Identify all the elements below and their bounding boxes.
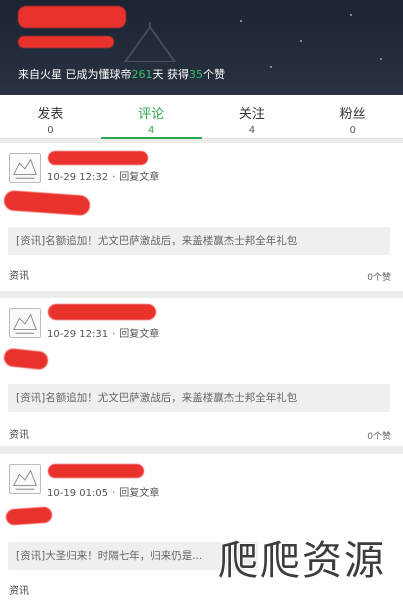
like-count: 0个赞 — [367, 432, 391, 442]
redacted-comment-text — [5, 506, 53, 526]
profile-tabs: 发表 0 评论 4 关注 4 粉丝 0 — [0, 95, 403, 139]
tab-following[interactable]: 关注 4 — [202, 95, 303, 138]
comment-card: 10-29 12:31 · 回复文章 [资讯]名额追加！尤文巴萨激战后，来盖楼赢杰士… — [0, 298, 403, 446]
tab-label: 发表 — [37, 107, 64, 122]
tab-count: 0 — [47, 125, 54, 136]
comment-time: 10-19 01:05 — [47, 488, 109, 499]
comment-meta: 10-29 12:32 · 回复文章 — [47, 172, 160, 183]
tab-posts[interactable]: 发表 0 — [0, 95, 101, 138]
tab-comments[interactable]: 评论 4 — [100, 95, 202, 139]
profile-stats-text: 来自火星 已成为懂球帝261天 获得35个赞 — [18, 68, 225, 81]
tab-label: 评论 — [138, 107, 165, 122]
avatar-sketch-icon — [13, 313, 37, 334]
tower-silhouette-icon — [123, 22, 177, 62]
redacted-commenter-name — [48, 304, 156, 320]
tab-count: 0 — [349, 125, 356, 136]
category-label: 资讯 — [9, 586, 29, 597]
quoted-article[interactable]: [资讯]名额追加！尤文巴萨激战后，来盖楼赢杰士邦全年礼包 — [8, 384, 390, 412]
profile-header: 来自火星 已成为懂球帝261天 获得35个赞 — [0, 0, 403, 95]
avatar-sketch-icon — [13, 158, 37, 179]
avatar[interactable] — [9, 308, 41, 338]
comment-time: 10-29 12:32 — [47, 172, 109, 183]
reply-article-link[interactable]: 回复文章 — [119, 172, 159, 183]
redacted-bio — [18, 36, 114, 48]
quoted-article[interactable]: [资讯]名额追加！尤文巴萨激战后，来盖楼赢杰士邦全年礼包 — [8, 227, 390, 255]
tab-count: 4 — [147, 125, 155, 136]
redacted-username — [18, 6, 126, 28]
redacted-commenter-name — [48, 151, 148, 165]
comment-time: 10-29 12:31 — [47, 329, 109, 340]
comment-card: 10-29 12:32 · 回复文章 [资讯]名额追加！尤文巴萨激战后，来盖楼赢杰士… — [0, 143, 403, 291]
watermark: 爬爬资源 — [218, 538, 386, 584]
avatar[interactable] — [9, 464, 41, 494]
like-count: 0个赞 — [367, 273, 391, 283]
category-label: 资讯 — [9, 430, 29, 441]
avatar[interactable] — [9, 153, 41, 183]
comment-meta: 10-19 01:05 · 回复文章 — [47, 488, 160, 499]
redacted-comment-text — [3, 190, 91, 216]
redacted-comment-text — [3, 347, 49, 371]
comment-meta: 10-29 12:31 · 回复文章 — [47, 329, 160, 340]
avatar-sketch-icon — [13, 469, 37, 490]
tab-label: 粉丝 — [339, 107, 366, 122]
category-label: 资讯 — [9, 271, 29, 282]
reply-article-link[interactable]: 回复文章 — [119, 488, 159, 499]
tab-followers[interactable]: 粉丝 0 — [302, 95, 403, 138]
reply-article-link[interactable]: 回复文章 — [119, 329, 159, 340]
tab-label: 关注 — [238, 107, 265, 122]
tab-count: 4 — [248, 125, 256, 136]
redacted-commenter-name — [48, 464, 144, 478]
